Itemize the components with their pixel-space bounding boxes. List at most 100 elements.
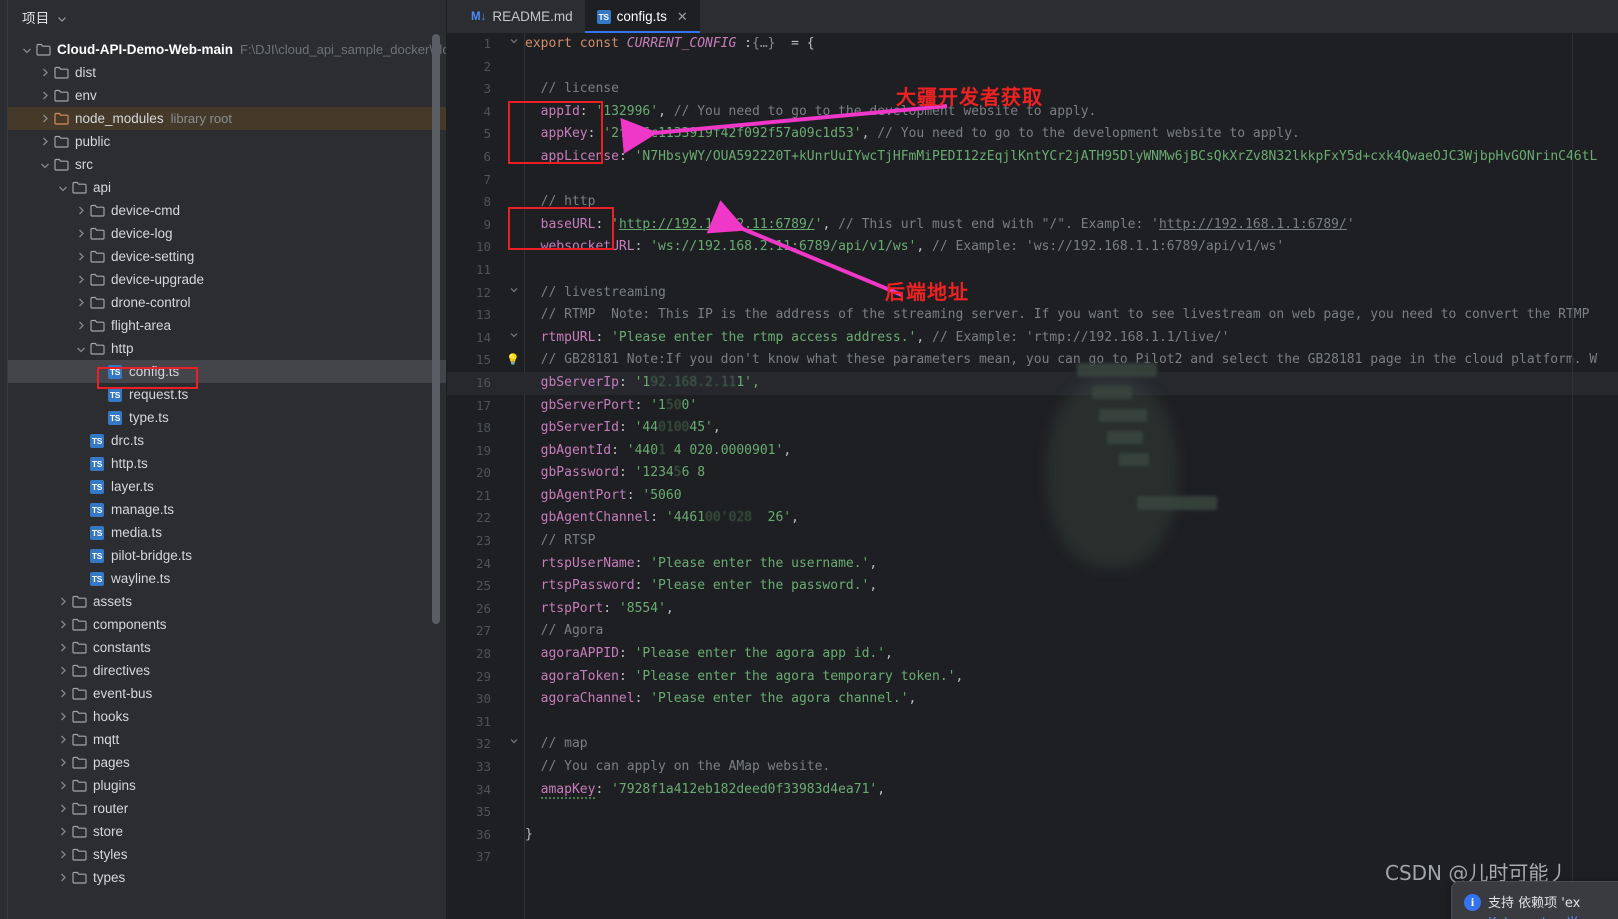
chevron-right-icon[interactable] xyxy=(72,272,88,288)
tree-row-src[interactable]: src xyxy=(8,153,446,176)
chevron-right-icon[interactable] xyxy=(72,226,88,242)
chevron-right-icon[interactable] xyxy=(72,203,88,219)
tree-row-flight-area[interactable]: flight-area xyxy=(8,314,446,337)
code-line[interactable]: 31 xyxy=(447,711,1618,734)
tree-row-http-ts[interactable]: TS http.ts xyxy=(8,452,446,475)
tree-row-router[interactable]: router xyxy=(8,797,446,820)
code-line[interactable]: 1 export const CURRENT_CONFIG :{…} = { xyxy=(447,33,1618,56)
chevron-right-icon[interactable] xyxy=(54,755,70,771)
tree-row-device-log[interactable]: device-log xyxy=(8,222,446,245)
tree-row-public[interactable]: public xyxy=(8,130,446,153)
code-line[interactable]: 2 xyxy=(447,56,1618,79)
tree-row-store[interactable]: store xyxy=(8,820,446,843)
chevron-down-icon[interactable] xyxy=(72,341,88,357)
chevron-down-icon[interactable] xyxy=(56,12,68,24)
chevron-down-icon[interactable] xyxy=(36,157,52,173)
chevron-right-icon[interactable] xyxy=(54,732,70,748)
tree-row-components[interactable]: components xyxy=(8,613,446,636)
chevron-right-icon[interactable] xyxy=(36,88,52,104)
code-line[interactable]: 9 baseURL: 'http://192.168.2.11:6789/', … xyxy=(447,214,1618,237)
code-line[interactable]: 21 gbAgentPort: '5060 xyxy=(447,485,1618,508)
tree-row-request-ts[interactable]: TS request.ts xyxy=(8,383,446,406)
tree-row-cloud-api-demo-web-main[interactable]: Cloud-API-Demo-Web-main F:\DJI\cloud_api_… xyxy=(8,38,446,61)
chevron-right-icon[interactable] xyxy=(54,640,70,656)
fold-toggle-icon[interactable] xyxy=(507,733,521,756)
sidebar-scrollbar[interactable] xyxy=(432,34,440,624)
chevron-right-icon[interactable] xyxy=(54,594,70,610)
tree-row-layer-ts[interactable]: TS layer.ts xyxy=(8,475,446,498)
tree-row-env[interactable]: env xyxy=(8,84,446,107)
code-line[interactable]: 32 // map xyxy=(447,733,1618,756)
tree-row-constants[interactable]: constants xyxy=(8,636,446,659)
tree-row-manage-ts[interactable]: TS manage.ts xyxy=(8,498,446,521)
tree-row-type-ts[interactable]: TS type.ts xyxy=(8,406,446,429)
tree-row-wayline-ts[interactable]: TS wayline.ts xyxy=(8,567,446,590)
code-line[interactable]: 11 xyxy=(447,259,1618,282)
chevron-right-icon[interactable] xyxy=(54,870,70,886)
code-line[interactable]: 12 // livestreaming xyxy=(447,282,1618,305)
chevron-right-icon[interactable] xyxy=(72,318,88,334)
tree-row-config-ts[interactable]: TS config.ts xyxy=(8,360,446,383)
code-line[interactable]: 10 websocketURL: 'ws://192.168.2.11:6789… xyxy=(447,236,1618,259)
chevron-right-icon[interactable] xyxy=(54,709,70,725)
project-header[interactable]: 项目 xyxy=(0,0,446,34)
tree-row-drc-ts[interactable]: TS drc.ts xyxy=(8,429,446,452)
chevron-right-icon[interactable] xyxy=(54,778,70,794)
tree-row-device-cmd[interactable]: device-cmd xyxy=(8,199,446,222)
tree-row-event-bus[interactable]: event-bus xyxy=(8,682,446,705)
code-line[interactable]: 30 agoraChannel: 'Please enter the agora… xyxy=(447,688,1618,711)
code-line[interactable]: 28 agoraAPPID: 'Please enter the agora a… xyxy=(447,643,1618,666)
code-line[interactable]: 22 gbAgentChannel: '446100'028 26', xyxy=(447,507,1618,530)
chevron-right-icon[interactable] xyxy=(72,249,88,265)
chevron-right-icon[interactable] xyxy=(36,111,52,127)
tree-row-pages[interactable]: pages xyxy=(8,751,446,774)
fold-toggle-icon[interactable] xyxy=(507,33,521,56)
tree-row-styles[interactable]: styles xyxy=(8,843,446,866)
code-line[interactable]: 24 rtspUserName: 'Please enter the usern… xyxy=(447,553,1618,576)
code-line[interactable]: 13 // RTMP Note: This IP is the address … xyxy=(447,304,1618,327)
chevron-right-icon[interactable] xyxy=(54,824,70,840)
code-line[interactable]: 7 xyxy=(447,169,1618,192)
tree-row-mqtt[interactable]: mqtt xyxy=(8,728,446,751)
code-line[interactable]: 20 gbPassword: '123456 8 xyxy=(447,462,1618,485)
code-line[interactable]: 16 gbServerIp: '192.168.2.111', xyxy=(447,371,1618,395)
tree-row-types[interactable]: types xyxy=(8,866,446,889)
code-line[interactable]: 17 gbServerPort: '1500' xyxy=(447,395,1618,418)
code-area[interactable]: 1 export const CURRENT_CONFIG :{…} = { 2 3 … xyxy=(447,33,1618,919)
notification-line2[interactable]: Kubernetes 当 xyxy=(1488,912,1579,919)
code-line[interactable]: 23 // RTSP xyxy=(447,530,1618,553)
notification-popup[interactable]: i 支持 依赖项 'ex Kubernetes 当 xyxy=(1451,881,1618,919)
tree-row-http[interactable]: http xyxy=(8,337,446,360)
editor-tabbar[interactable]: M↓ README.md TS config.ts ✕ xyxy=(447,0,1618,33)
tree-row-media-ts[interactable]: TS media.ts xyxy=(8,521,446,544)
code-line[interactable]: 19 gbAgentId: '4401 4 020.0000901', xyxy=(447,440,1618,463)
code-line[interactable]: 14 rtmpURL: 'Please enter the rtmp acces… xyxy=(447,327,1618,350)
code-line[interactable]: 36} xyxy=(447,824,1618,847)
code-line[interactable]: 15 💡 // GB28181 Note:If you don't know wh… xyxy=(447,349,1618,372)
code-line[interactable]: 26 rtspPort: '8554', xyxy=(447,598,1618,621)
code-line[interactable]: 35 xyxy=(447,801,1618,824)
code-lines[interactable]: 1 export const CURRENT_CONFIG :{…} = { 2 3 … xyxy=(447,33,1618,919)
code-line[interactable]: 25 rtspPassword: 'Please enter the passw… xyxy=(447,575,1618,598)
tree-row-plugins[interactable]: plugins xyxy=(8,774,446,797)
close-icon[interactable]: ✕ xyxy=(677,9,688,25)
tree-row-hooks[interactable]: hooks xyxy=(8,705,446,728)
tree-row-device-upgrade[interactable]: device-upgrade xyxy=(8,268,446,291)
chevron-right-icon[interactable] xyxy=(54,801,70,817)
chevron-right-icon[interactable] xyxy=(54,847,70,863)
fold-toggle-icon[interactable] xyxy=(507,282,521,305)
project-file-tree[interactable]: Cloud-API-Demo-Web-main F:\DJI\cloud_api_… xyxy=(8,38,446,919)
tree-row-drone-control[interactable]: drone-control xyxy=(8,291,446,314)
chevron-right-icon[interactable] xyxy=(54,617,70,633)
chevron-down-icon[interactable] xyxy=(54,180,70,196)
code-line[interactable]: 5 appKey: '2f8a6c11339i9f42f092f57a09c1d… xyxy=(447,123,1618,146)
code-line[interactable]: 33 // You can apply on the AMap website. xyxy=(447,756,1618,779)
tree-row-directives[interactable]: directives xyxy=(8,659,446,682)
code-line[interactable]: 27 // Agora xyxy=(447,620,1618,643)
tree-row-node-modules[interactable]: node_modules library root xyxy=(8,107,446,130)
code-line[interactable]: 18 gbServerId: '44010045', xyxy=(447,417,1618,440)
chevron-right-icon[interactable] xyxy=(54,663,70,679)
tree-row-device-setting[interactable]: device-setting xyxy=(8,245,446,268)
code-line[interactable]: 8 // http xyxy=(447,191,1618,214)
chevron-right-icon[interactable] xyxy=(36,134,52,150)
